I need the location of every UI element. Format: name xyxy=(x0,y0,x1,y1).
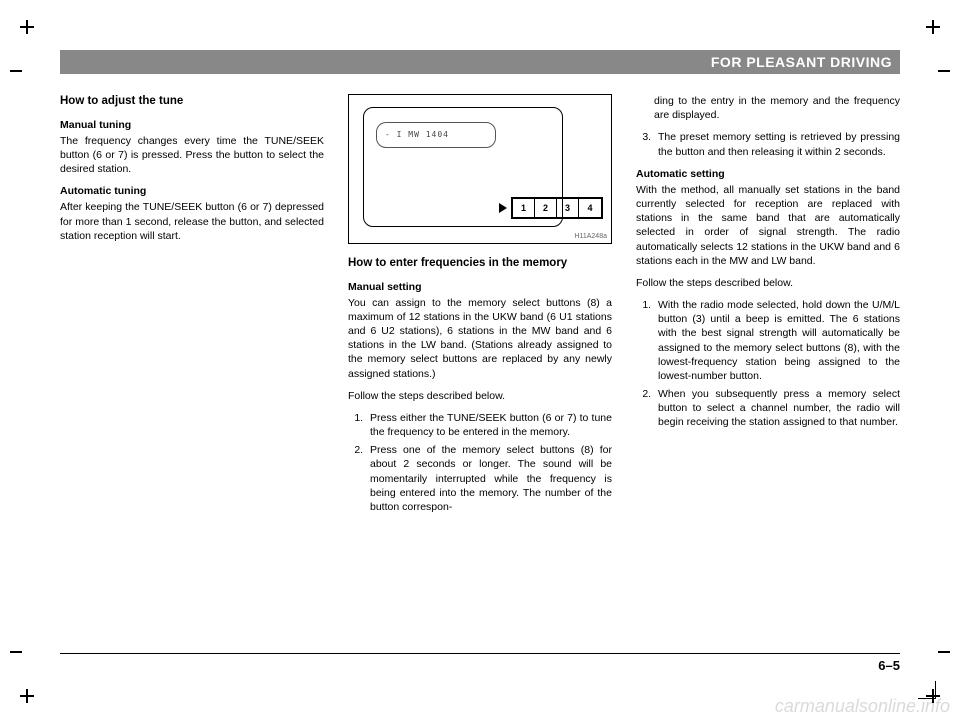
trim-dash xyxy=(938,651,950,653)
column-3: ding to the entry in the memory and the … xyxy=(636,94,900,522)
zoom-line xyxy=(349,88,388,95)
para-manual-setting: You can assign to the memory select butt… xyxy=(348,296,612,381)
trim-dash xyxy=(10,70,22,72)
section-header: FOR PLEASANT DRIVING xyxy=(60,50,900,74)
para-auto-tuning: After keeping the TUNE/SEEK button (6 or… xyxy=(60,200,324,243)
para-manual-tuning: The frequency changes every time the TUN… xyxy=(60,134,324,177)
list-item: Press either the TUNE/SEEK button (6 or … xyxy=(366,411,612,439)
preset-btn: 1 xyxy=(513,199,535,217)
trim-dash xyxy=(938,70,950,72)
crop-mark xyxy=(20,20,34,34)
radio-display: - I MW 1404 xyxy=(376,122,496,148)
column-2: - I MW 1404 1 2 3 4 H11A248a How to ente… xyxy=(348,94,612,522)
button-callout: 1 2 3 4 xyxy=(499,197,603,219)
para-auto-setting: With the method, all manually set statio… xyxy=(636,183,900,268)
manual-setting-steps-cont: The preset memory setting is retrieved b… xyxy=(654,130,900,158)
list-item: With the radio mode selected, hold down … xyxy=(654,298,900,383)
heading-enter-freq: How to enter frequencies in the memory xyxy=(348,256,612,272)
subheading-manual-setting: Manual setting xyxy=(348,280,612,294)
para-follow-steps: Follow the steps described below. xyxy=(348,389,612,403)
preset-btn: 3 xyxy=(557,199,579,217)
page-container: FOR PLEASANT DRIVING How to adjust the t… xyxy=(60,50,900,673)
figure-label: H11A248a xyxy=(574,232,607,241)
para-follow-steps-2: Follow the steps described below. xyxy=(636,276,900,290)
para-continuation: ding to the entry in the memory and the … xyxy=(654,94,900,122)
trim-dash xyxy=(10,651,22,653)
preset-buttons-zoom: 1 2 3 4 xyxy=(511,197,603,219)
radio-figure: - I MW 1404 1 2 3 4 H11A248a xyxy=(348,94,612,244)
watermark: carmanualsonline.info xyxy=(775,696,950,717)
list-item: The preset memory setting is retrieved b… xyxy=(654,130,900,158)
page-footer: 6–5 xyxy=(60,653,900,673)
content-columns: How to adjust the tune Manual tuning The… xyxy=(60,94,900,522)
subheading-manual-tuning: Manual tuning xyxy=(60,118,324,132)
page-number: 6–5 xyxy=(878,658,900,673)
subheading-auto-setting: Automatic setting xyxy=(636,167,900,181)
manual-setting-steps: Press either the TUNE/SEEK button (6 or … xyxy=(366,411,612,514)
column-1: How to adjust the tune Manual tuning The… xyxy=(60,94,324,522)
preset-btn: 2 xyxy=(535,199,557,217)
arrow-icon xyxy=(499,203,507,213)
auto-setting-steps: With the radio mode selected, hold down … xyxy=(654,298,900,430)
crop-mark xyxy=(926,20,940,34)
list-item: When you subsequently press a memory sel… xyxy=(654,387,900,430)
list-item: Press one of the memory select buttons (… xyxy=(366,443,612,514)
section-title: FOR PLEASANT DRIVING xyxy=(711,54,892,70)
heading-adjust-tune: How to adjust the tune xyxy=(60,94,324,110)
subheading-auto-tuning: Automatic tuning xyxy=(60,184,324,198)
crop-mark xyxy=(20,689,34,703)
preset-btn: 4 xyxy=(579,199,601,217)
